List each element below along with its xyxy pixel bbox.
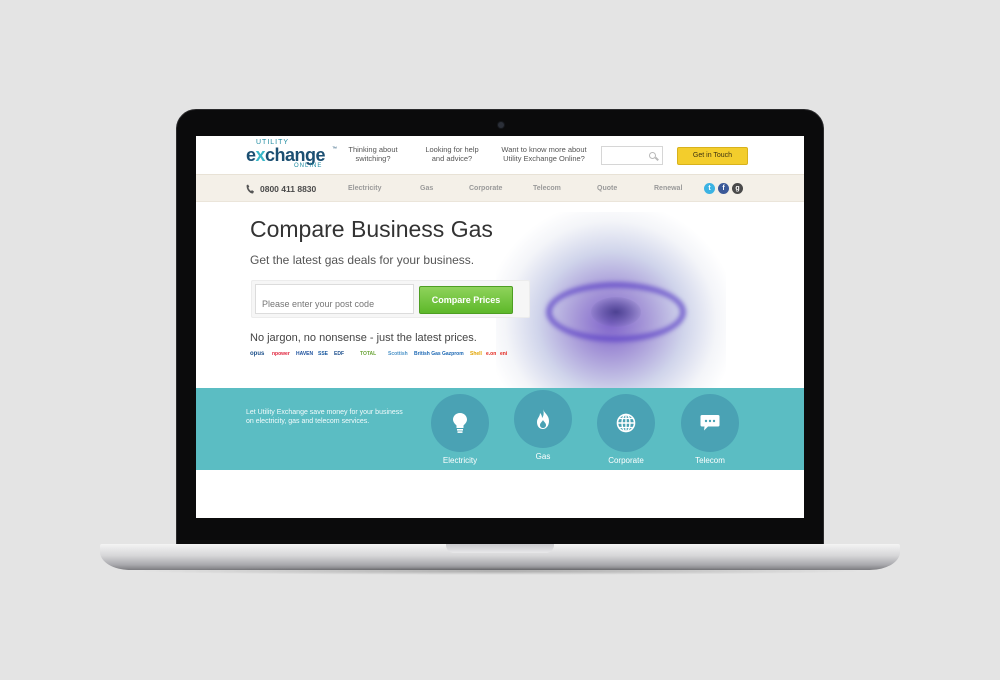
logo-suffix: change <box>265 145 326 165</box>
services-band: Let Utility Exchange save money for your… <box>196 388 804 470</box>
service-label: Gas <box>535 452 551 461</box>
page-title: Compare Business Gas <box>250 216 493 242</box>
nav-item-telecom[interactable]: Telecom <box>533 185 561 192</box>
supplier-logo-british-gas: British Gas <box>414 351 441 357</box>
laptop-shadow <box>130 567 870 575</box>
header-link-line: Thinking about <box>348 145 398 154</box>
site-header: UTILITY exchange ™ ONLINE Thinking about… <box>196 136 804 174</box>
service-label: Electricity <box>442 456 478 465</box>
site-logo[interactable]: UTILITY exchange ™ ONLINE <box>246 139 337 169</box>
logo-prefix: e <box>246 145 256 165</box>
nav-item-corporate[interactable]: Corporate <box>469 185 502 192</box>
header-link-switching[interactable]: Thinking about switching? <box>342 145 404 163</box>
facebook-icon[interactable]: f <box>718 183 729 194</box>
tagline: No jargon, no nonsense - just the latest… <box>250 332 477 344</box>
get-in-touch-button[interactable]: Get in Touch <box>677 147 748 165</box>
header-link-line: Want to know more about <box>501 145 587 154</box>
header-link-line: switching? <box>355 154 391 163</box>
supplier-logo-npower: npower <box>272 351 290 357</box>
header-link-line: and advice? <box>431 154 473 163</box>
postcode-input[interactable] <box>255 284 414 314</box>
nav-item-quote[interactable]: Quote <box>597 185 617 192</box>
service-circle[interactable] <box>514 390 572 448</box>
service-circle[interactable] <box>681 394 739 452</box>
service-label: Telecom <box>695 456 725 465</box>
supplier-logo-eni: eni <box>500 351 508 357</box>
hero-section: Compare Business Gas Get the latest gas … <box>196 202 804 388</box>
logo-bottom-text: ONLINE <box>294 163 323 169</box>
supplier-logo-edf: EDF <box>334 351 344 357</box>
phone-number[interactable]: 0800 411 8830 <box>260 184 316 194</box>
page-subtitle: Get the latest gas deals for your busine… <box>250 253 475 267</box>
service-circle[interactable] <box>431 394 489 452</box>
main-nav: 0800 411 8830 Electricity Gas Corporate … <box>196 174 804 202</box>
service-circle[interactable] <box>597 394 655 452</box>
speech-bubble-icon <box>700 415 720 431</box>
service-telecom[interactable]: Telecom <box>680 394 740 465</box>
search-input[interactable] <box>601 146 663 165</box>
search-icon[interactable] <box>649 152 656 159</box>
supplier-logo-gazprom: Gazprom <box>442 351 464 357</box>
gas-flame-core <box>591 297 641 327</box>
header-link-line: Utility Exchange Online? <box>503 154 585 163</box>
nav-item-electricity[interactable]: Electricity <box>348 185 381 192</box>
logo-trademark: ™ <box>332 146 337 152</box>
laptop-notch <box>446 544 554 553</box>
browser-screen: UTILITY exchange ™ ONLINE Thinking about… <box>196 136 804 518</box>
service-label: Corporate <box>608 456 644 465</box>
google-plus-icon[interactable]: g <box>732 183 743 194</box>
flame-icon <box>537 409 549 429</box>
nav-item-renewal[interactable]: Renewal <box>654 185 682 192</box>
header-link-advice[interactable]: Looking for help and advice? <box>420 145 484 163</box>
lightbulb-icon <box>453 413 467 433</box>
camera-dot <box>498 122 504 128</box>
globe-icon <box>616 413 636 433</box>
twitter-icon[interactable]: t <box>704 183 715 194</box>
service-electricity[interactable]: Electricity <box>430 394 490 465</box>
header-link-line: Looking for help <box>425 145 479 154</box>
supplier-logo-scottish: Scottish <box>388 351 408 357</box>
supplier-logo-shell: Shell <box>470 351 482 357</box>
service-corporate[interactable]: Corporate <box>596 394 656 465</box>
service-gas[interactable]: Gas <box>513 390 573 461</box>
supplier-logo-haven: HAVEN <box>296 351 314 357</box>
phone-icon <box>246 184 254 194</box>
header-link-about[interactable]: Want to know more about Utility Exchange… <box>494 145 594 163</box>
compare-prices-button[interactable]: Compare Prices <box>419 286 513 314</box>
supplier-logo-eon: e.on <box>486 351 497 357</box>
logo-x: x <box>255 145 266 165</box>
nav-item-gas[interactable]: Gas <box>420 185 433 192</box>
band-description: Let Utility Exchange save money for your… <box>246 409 403 425</box>
supplier-logo-total: TOTAL <box>360 351 377 357</box>
supplier-logo-sse: SSE <box>318 351 329 357</box>
supplier-logo-opus: opus <box>250 351 265 357</box>
